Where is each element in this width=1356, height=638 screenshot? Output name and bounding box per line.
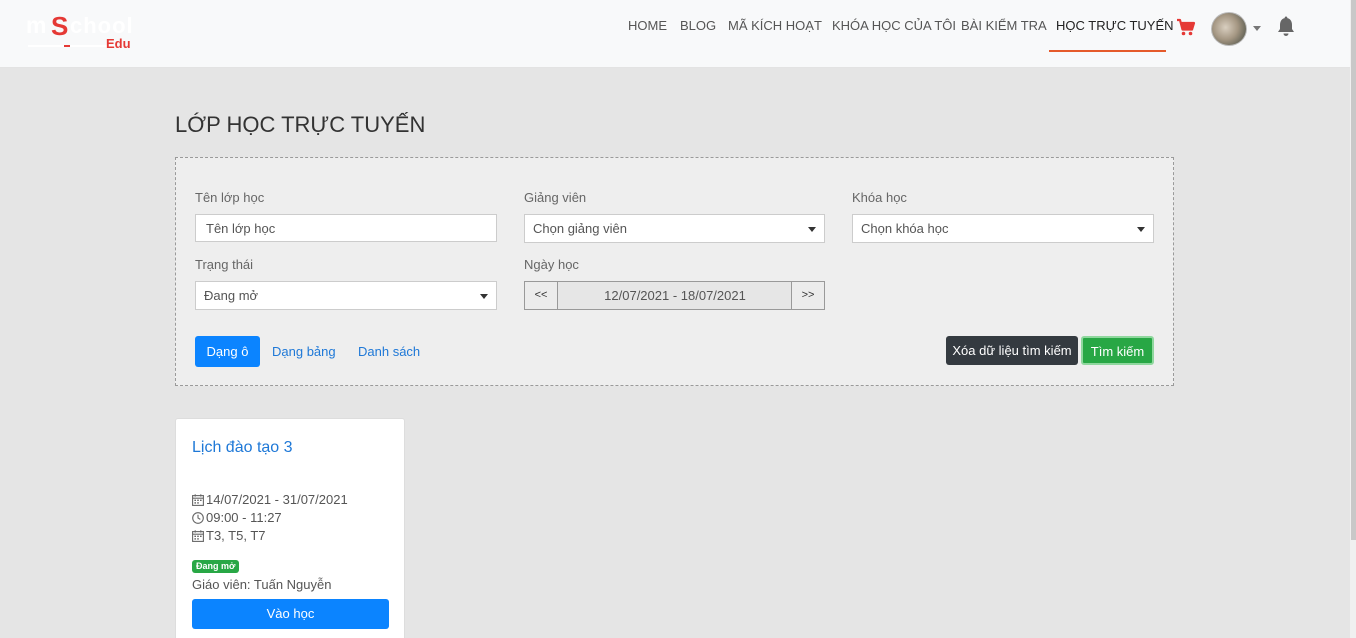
nav-item-home[interactable]: HOME — [628, 0, 667, 52]
page-title: LỚP HỌC TRỰC TUYẾN — [175, 112, 426, 137]
status-badge: Đang mở — [192, 560, 240, 573]
chevron-down-icon[interactable] — [1253, 26, 1261, 31]
view-grid-button[interactable]: Dạng ô — [195, 336, 260, 367]
class-name-label: Tên lớp học — [195, 190, 265, 205]
class-title-link[interactable]: Lịch đào tạo 3 — [192, 439, 293, 457]
caret-down-icon — [808, 227, 816, 232]
class-days-text: T3, T5, T7 — [206, 528, 266, 543]
course-select[interactable]: Chọn khóa học — [852, 214, 1154, 243]
status-select-value: Đang mở — [204, 288, 259, 303]
class-date-range: 14/07/2021 - 31/07/2021 — [192, 492, 348, 508]
nav-item-tests[interactable]: BÀI KIỂM TRA — [961, 0, 1047, 52]
class-time-text: 09:00 - 11:27 — [206, 510, 282, 525]
view-list-link[interactable]: Danh sách — [358, 336, 420, 367]
teacher-select-value: Chọn giảng viên — [533, 221, 627, 236]
date-range-picker: << 12/07/2021 - 18/07/2021 >> — [524, 281, 825, 310]
class-days: T3, T5, T7 — [192, 528, 266, 544]
cart-icon[interactable] — [1176, 17, 1196, 37]
study-date-label: Ngày học — [524, 257, 579, 272]
calendar-icon — [192, 530, 204, 542]
search-button[interactable]: Tìm kiếm — [1081, 336, 1154, 365]
calendar-icon — [192, 494, 204, 506]
join-class-button[interactable]: Vào học — [192, 599, 389, 629]
nav-item-online-learning[interactable]: HỌC TRỰC TUYẾN — [1056, 0, 1174, 52]
caret-down-icon — [1137, 227, 1145, 232]
teacher-select[interactable]: Chọn giảng viên — [524, 214, 825, 243]
bell-icon[interactable] — [1276, 16, 1296, 38]
avatar[interactable] — [1211, 12, 1247, 46]
nav-item-my-courses[interactable]: KHÓA HỌC CỦA TÔI — [832, 0, 956, 52]
clock-icon — [192, 512, 204, 524]
class-time: 09:00 - 11:27 — [192, 510, 282, 526]
course-label: Khóa học — [852, 190, 907, 205]
active-nav-indicator — [1049, 50, 1166, 52]
teacher-label: Giảng viên — [524, 190, 587, 205]
view-table-link[interactable]: Dạng bảng — [272, 336, 336, 367]
date-range-value[interactable]: 12/07/2021 - 18/07/2021 — [558, 282, 792, 309]
brand-logo[interactable]: m S chool Edu — [26, 11, 141, 54]
next-week-button[interactable]: >> — [791, 282, 824, 309]
course-select-value: Chọn khóa học — [861, 221, 949, 236]
status-select[interactable]: Đang mở — [195, 281, 497, 310]
scrollbar-thumb[interactable] — [1351, 0, 1356, 540]
class-name-input[interactable] — [195, 214, 497, 242]
clear-search-button[interactable]: Xóa dữ liệu tìm kiếm — [946, 336, 1078, 365]
class-card: Lịch đào tạo 3 14/07/2021 - 31/07/2021 0… — [175, 418, 405, 638]
top-navbar: m S chool Edu HOME BLOG MÃ KÍCH HOẠT KHÓ… — [0, 0, 1350, 68]
prev-week-button[interactable]: << — [525, 282, 558, 309]
nav-item-blog[interactable]: BLOG — [680, 0, 716, 52]
status-label: Trạng thái — [195, 257, 254, 272]
nav-item-activation-code[interactable]: MÃ KÍCH HOẠT — [728, 0, 822, 52]
class-date-range-text: 14/07/2021 - 31/07/2021 — [206, 492, 348, 507]
caret-down-icon — [480, 294, 488, 299]
class-teacher: Giáo viên: Tuấn Nguyễn — [192, 577, 332, 592]
